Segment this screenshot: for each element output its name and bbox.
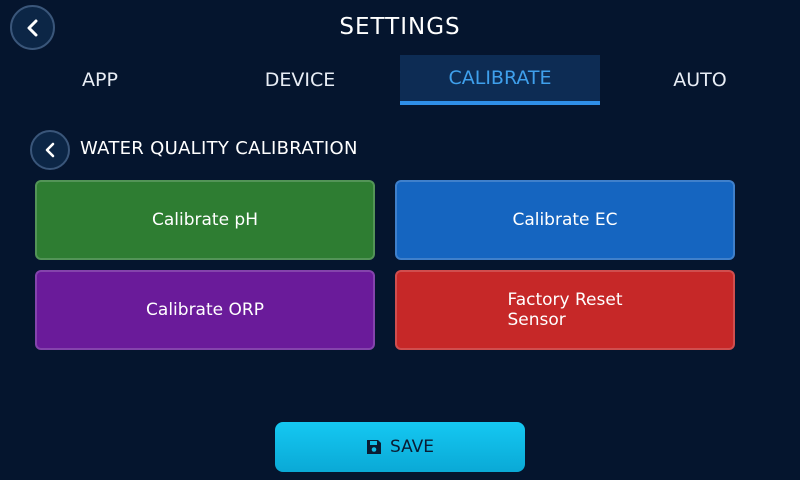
- chevron-left-icon: [42, 142, 58, 158]
- button-label: Calibrate EC: [512, 210, 618, 230]
- button-label: Calibrate pH: [151, 210, 259, 230]
- page-title: SETTINGS: [339, 14, 461, 40]
- tab-label: DEVICE: [264, 68, 336, 91]
- tab-label: AUTO: [673, 68, 727, 91]
- tab-app[interactable]: APP: [0, 55, 200, 105]
- save-button[interactable]: SAVE: [275, 422, 525, 472]
- tab-calibrate[interactable]: CALIBRATE: [400, 55, 600, 105]
- section-back-button[interactable]: [30, 130, 70, 170]
- calibration-button-grid: Calibrate pH Calibrate EC Calibrate ORP …: [35, 180, 735, 350]
- section-title: WATER QUALITY CALIBRATION: [80, 138, 358, 159]
- calibrate-orp-button[interactable]: Calibrate ORP: [35, 270, 375, 350]
- save-label: SAVE: [389, 437, 435, 457]
- factory-reset-sensor-button[interactable]: Factory Reset Sensor: [395, 270, 735, 350]
- button-label: Calibrate ORP: [146, 300, 264, 320]
- calibrate-ph-button[interactable]: Calibrate pH: [35, 180, 375, 260]
- tab-label: APP: [82, 68, 118, 91]
- calibrate-ec-button[interactable]: Calibrate EC: [395, 180, 735, 260]
- tab-label: CALIBRATE: [448, 67, 552, 89]
- tab-device[interactable]: DEVICE: [200, 55, 400, 105]
- button-label: Factory Reset Sensor: [507, 290, 623, 330]
- floppy-disk-icon: [366, 439, 382, 455]
- tab-auto[interactable]: AUTO: [600, 55, 800, 105]
- settings-tabs: APP DEVICE CALIBRATE AUTO: [0, 55, 800, 105]
